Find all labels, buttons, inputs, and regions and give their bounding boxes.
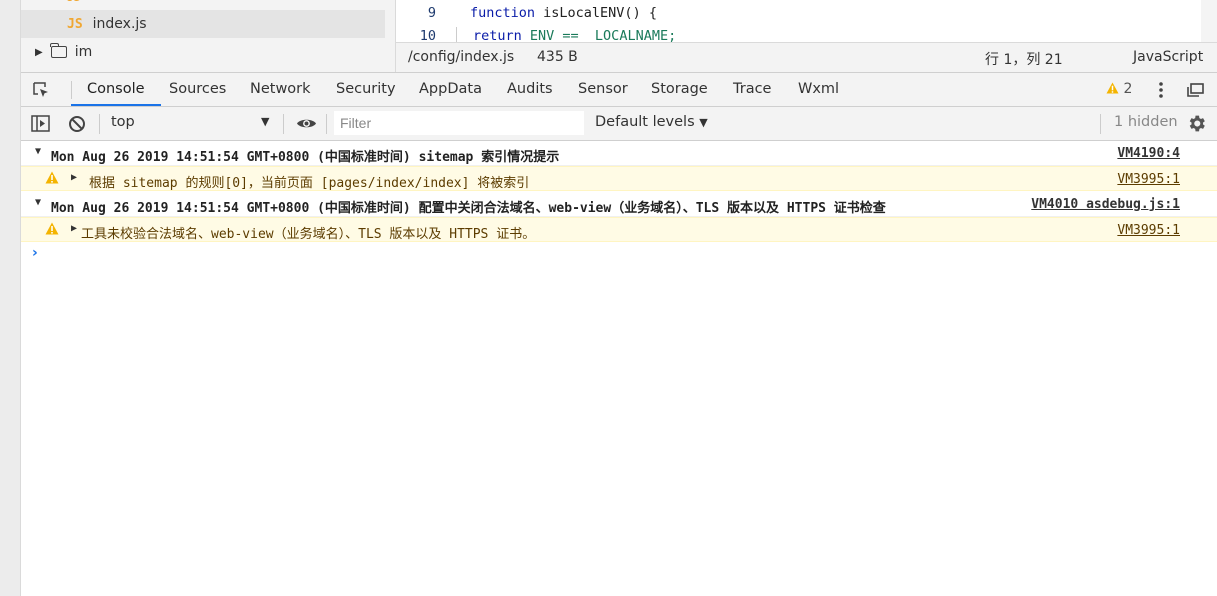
source-link[interactable]: VM3995:1 — [1117, 223, 1180, 238]
line-number: 9 — [427, 5, 436, 21]
message-text: Mon Aug 26 2019 14:51:54 GMT+0800 (中国标准时… — [51, 150, 560, 165]
dock-side-icon[interactable] — [1187, 83, 1204, 97]
dropdown-arrow-icon: ▼ — [699, 116, 708, 129]
warning-count: 2 — [1123, 81, 1133, 97]
message-text: Mon Aug 26 2019 14:51:54 GMT+0800 (中国标准时… — [51, 201, 886, 216]
tree-item-label: im — [74, 44, 93, 60]
console-warning-message[interactable]: ▶ 工具未校验合法域名、web-view（业务域名）、TLS 版本以及 HTTP… — [21, 217, 1217, 242]
folder-icon — [50, 43, 67, 58]
warning-icon — [1106, 82, 1119, 94]
filter-input[interactable] — [334, 111, 584, 135]
indent-guide — [456, 27, 473, 42]
tab-wxml[interactable]: Wxml — [796, 73, 841, 106]
console-prompt-chevron-icon[interactable]: › — [32, 245, 38, 261]
file-path: /config/index.js — [408, 49, 515, 65]
code-scrollbar[interactable] — [1201, 0, 1217, 42]
console-toolbar: top ▼ Default levels ▼ 1 hidden — [21, 107, 1217, 141]
js-file-icon: JS — [67, 0, 80, 4]
code-keyword: return — [473, 28, 522, 42]
gear-icon[interactable] — [1186, 113, 1207, 134]
tree-row-partial: JS — [21, 0, 385, 4]
log-levels-dropdown[interactable]: Default levels ▼ — [595, 114, 708, 130]
context-selector[interactable]: top — [111, 114, 135, 130]
source-link[interactable]: VM4190:4 — [1117, 146, 1180, 161]
tab-sensor[interactable]: Sensor — [576, 73, 630, 106]
toolbar-separator — [283, 114, 284, 134]
clear-console-icon[interactable] — [68, 115, 86, 133]
language-mode[interactable]: JavaScript — [1133, 49, 1203, 65]
toolbar-separator — [326, 114, 327, 134]
live-expression-eye-icon[interactable] — [296, 117, 317, 130]
code-text: isLocalENV() { — [535, 5, 657, 21]
caret-right-icon[interactable]: ▶ — [35, 47, 43, 58]
code-keyword: function — [470, 5, 536, 21]
code-line: 10 return ENV == LOCALNAME; — [396, 25, 676, 42]
tab-sources[interactable]: Sources — [167, 73, 228, 106]
tab-appdata[interactable]: AppData — [417, 73, 484, 106]
tree-item-index-js[interactable]: JS index.js — [21, 10, 385, 38]
log-levels-label: Default levels — [595, 114, 695, 130]
message-text: 工具未校验合法域名、web-view（业务域名）、TLS 版本以及 HTTPS … — [81, 227, 536, 242]
cursor-position[interactable]: 行 1，列 21 — [985, 49, 1063, 69]
source-link[interactable]: VM4010 asdebug.js:1 — [1031, 197, 1180, 212]
file-tree: JS JS index.js ▶ im — [21, 0, 396, 72]
warning-icon — [45, 171, 59, 184]
warning-icon — [45, 222, 59, 235]
hidden-messages-count: 1 hidden — [1114, 114, 1178, 130]
tab-separator — [71, 81, 72, 99]
warnings-counter[interactable]: 2 — [1106, 73, 1132, 106]
expand-triangle-icon[interactable]: ▼ — [35, 146, 41, 157]
code-text: ENV == LOCALNAME; — [521, 28, 677, 42]
inspect-element-icon[interactable] — [33, 82, 49, 98]
tab-security[interactable]: Security — [334, 73, 398, 106]
expand-triangle-icon[interactable]: ▶ — [71, 172, 77, 183]
tab-console[interactable]: Console — [71, 73, 161, 106]
js-file-icon: JS — [67, 16, 83, 32]
tab-network[interactable]: Network — [248, 73, 313, 106]
tab-trace[interactable]: Trace — [731, 73, 773, 106]
code-editor[interactable]: 9 function isLocalENV() { 10 return ENV … — [396, 0, 1202, 42]
editor-status-bar: /config/index.js 435 B 行 1，列 21 JavaScri… — [396, 42, 1217, 72]
more-options-icon[interactable] — [1158, 81, 1164, 99]
left-edge-strip — [0, 0, 21, 596]
tree-item-im-folder[interactable]: ▶ im — [21, 38, 385, 66]
source-link[interactable]: VM3995:1 — [1117, 172, 1180, 187]
file-size: 435 B — [537, 49, 578, 65]
devtools-tab-bar: Console Sources Network Security AppData… — [21, 72, 1217, 107]
console-group-message[interactable]: ▼ Mon Aug 26 2019 14:51:54 GMT+0800 (中国标… — [21, 192, 1217, 217]
show-sidebar-icon[interactable] — [31, 115, 50, 132]
toolbar-separator — [99, 114, 100, 134]
tab-storage[interactable]: Storage — [649, 73, 710, 106]
console-output[interactable]: ▼ Mon Aug 26 2019 14:51:54 GMT+0800 (中国标… — [21, 141, 1217, 596]
console-group-message[interactable]: ▼ Mon Aug 26 2019 14:51:54 GMT+0800 (中国标… — [21, 141, 1217, 166]
tree-item-label: index.js — [92, 16, 147, 32]
dropdown-arrow-icon[interactable]: ▼ — [261, 115, 269, 128]
toolbar-separator — [1100, 114, 1101, 134]
message-text: 根据 sitemap 的规则[0]，当前页面 [pages/index/inde… — [89, 176, 530, 191]
expand-triangle-icon[interactable]: ▼ — [35, 197, 41, 208]
tab-audits[interactable]: Audits — [505, 73, 555, 106]
code-line: 9 function isLocalENV() { — [396, 2, 657, 24]
console-warning-message[interactable]: ▶ 根据 sitemap 的规则[0]，当前页面 [pages/index/in… — [21, 166, 1217, 191]
expand-triangle-icon[interactable]: ▶ — [71, 223, 77, 234]
